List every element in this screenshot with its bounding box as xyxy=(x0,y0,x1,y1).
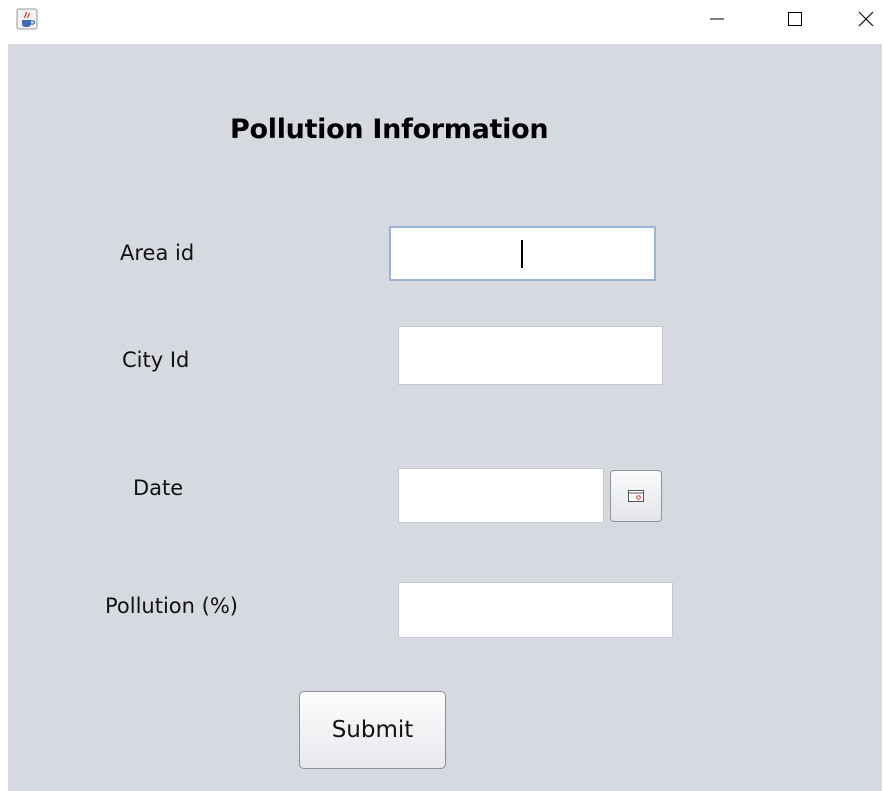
date-picker-button[interactable] xyxy=(610,470,662,522)
area-id-field[interactable] xyxy=(389,226,656,281)
minimize-icon[interactable] xyxy=(694,0,740,38)
date-field[interactable] xyxy=(398,468,604,523)
pollution-label: Pollution (%) xyxy=(105,594,238,618)
date-label: Date xyxy=(133,476,184,500)
date-input[interactable] xyxy=(399,469,603,522)
city-id-field[interactable] xyxy=(398,326,663,385)
form-panel: Pollution Information Area id City Id Da… xyxy=(8,44,882,791)
pollution-input[interactable] xyxy=(399,583,672,637)
java-coffee-icon[interactable] xyxy=(16,8,38,30)
title-bar[interactable] xyxy=(0,0,890,44)
close-icon[interactable] xyxy=(843,0,889,38)
city-id-label: City Id xyxy=(122,348,190,372)
area-id-label: Area id xyxy=(120,241,195,265)
pollution-field[interactable] xyxy=(398,582,673,638)
form-title: Pollution Information xyxy=(230,114,549,145)
submit-button[interactable]: Submit xyxy=(299,691,446,769)
maximize-icon[interactable] xyxy=(772,0,818,38)
text-cursor xyxy=(521,240,523,268)
calendar-icon xyxy=(628,487,644,506)
city-id-input[interactable] xyxy=(399,327,662,384)
app-window: Pollution Information Area id City Id Da… xyxy=(0,0,890,791)
